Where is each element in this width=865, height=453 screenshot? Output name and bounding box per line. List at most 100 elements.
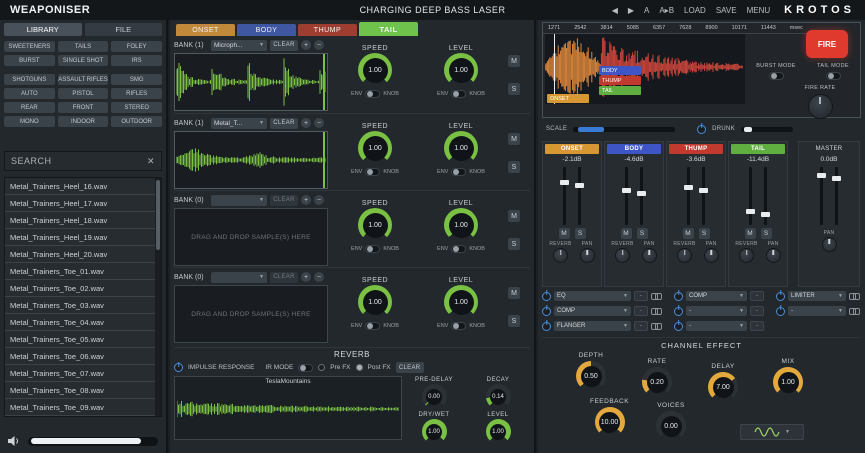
fader-thumb[interactable] — [817, 173, 826, 178]
effect-depth-knob[interactable]: 0.50 — [576, 361, 606, 391]
file-list-item[interactable]: Metal_Trainers_Toe_01.wav — [5, 263, 161, 280]
preset-next-button[interactable]: ▶ — [628, 6, 634, 15]
tail-mode-toggle[interactable] — [826, 72, 841, 80]
bank-level-env-knob-toggle[interactable] — [451, 245, 466, 253]
file-list-item[interactable]: Metal_Trainers_Toe_09.wav — [5, 399, 161, 416]
fader-thumb[interactable] — [832, 176, 841, 181]
tab-tail[interactable]: TAIL — [359, 22, 418, 36]
bank-waveform[interactable] — [174, 53, 328, 111]
ab-compare-button[interactable]: A▸B — [659, 6, 674, 15]
fx-select[interactable]: COMP▼ — [554, 306, 631, 316]
bank-remove-button[interactable]: − — [314, 118, 324, 128]
fx-power-button[interactable] — [674, 307, 683, 316]
channel-mute-button[interactable]: M — [559, 228, 570, 239]
bank-clear-button[interactable]: CLEAR — [270, 118, 298, 129]
preview-volume-slider[interactable] — [28, 437, 158, 446]
category-pistol-button[interactable]: PISTOL — [58, 88, 109, 99]
segment-badge-body[interactable]: BODY — [599, 66, 641, 75]
category-sweeteners-button[interactable]: SWEETENERS — [4, 41, 55, 52]
drunk-power-button[interactable] — [697, 125, 706, 134]
post-fx-checkbox[interactable] — [356, 364, 363, 371]
file-list-scrollbar[interactable] — [155, 178, 161, 416]
fader-thumb[interactable] — [684, 185, 693, 190]
sidebar-tab-library[interactable]: LIBRARY — [4, 23, 82, 36]
effect-voices-knob[interactable]: 0.00 — [656, 411, 686, 441]
fader-thumb[interactable] — [622, 188, 631, 193]
scale-slider[interactable] — [573, 127, 675, 132]
category-smg-button[interactable]: SMG — [111, 74, 162, 85]
bank-source-dropdown[interactable]: ▼ — [211, 195, 267, 206]
reverb-level-knob[interactable]: 1.00 — [486, 419, 511, 444]
fire-button[interactable]: FIRE — [806, 30, 848, 58]
slider-thumb[interactable] — [31, 438, 141, 444]
category-auto-button[interactable]: AUTO — [4, 88, 55, 99]
reverb-decay-knob[interactable]: 0.14 — [486, 384, 511, 409]
bank-speed-knob[interactable]: 1.00 — [358, 131, 392, 165]
bank-solo-button[interactable]: S — [508, 161, 520, 173]
category-assault-rifles-button[interactable]: ASSAULT RIFLES — [58, 74, 109, 85]
fx-amount-select[interactable]: - — [634, 291, 648, 301]
fx-power-button[interactable] — [542, 292, 551, 301]
fader-thumb[interactable] — [746, 209, 755, 214]
fader-thumb[interactable] — [575, 183, 584, 188]
menu-button[interactable]: MENU — [747, 6, 771, 15]
bank-speed-env-knob-toggle[interactable] — [365, 168, 380, 176]
fx-select[interactable]: EQ▼ — [554, 291, 631, 301]
bank-level-knob[interactable]: 1.00 — [444, 131, 478, 165]
file-list-item[interactable]: Metal_Trainers_Heel_16.wav — [5, 178, 161, 195]
category-shotguns-button[interactable]: SHOTGUNS — [4, 74, 55, 85]
channel-solo-button[interactable]: S — [699, 228, 710, 239]
bank-source-dropdown[interactable]: ▼ — [211, 272, 267, 283]
bank-remove-button[interactable]: − — [314, 40, 324, 50]
category-single-shot-button[interactable]: SINGLE SHOT — [58, 55, 109, 66]
bank-add-button[interactable]: + — [301, 195, 311, 205]
reverb-power-button[interactable] — [174, 363, 183, 372]
category-stereo-button[interactable]: STEREO — [111, 102, 162, 113]
file-list-item[interactable]: Metal_Trainers_Toe_04.wav — [5, 314, 161, 331]
bank-clear-button[interactable]: CLEAR — [270, 195, 298, 206]
bank-mute-button[interactable]: M — [508, 287, 520, 299]
link-icon[interactable] — [849, 292, 860, 300]
channel-reverb-knob[interactable] — [553, 248, 568, 263]
file-list-item[interactable]: Metal_Trainers_Toe_03.wav — [5, 297, 161, 314]
bank-level-env-knob-toggle[interactable] — [451, 168, 466, 176]
ir-mode-toggle[interactable] — [298, 364, 313, 372]
segment-badge-thump[interactable]: THUMP — [599, 76, 641, 85]
file-list-item[interactable]: Metal_Trainers_Heel_17.wav — [5, 195, 161, 212]
fx-power-button[interactable] — [776, 292, 785, 301]
fx-power-button[interactable] — [542, 307, 551, 316]
tab-thump[interactable]: THUMP — [298, 24, 357, 36]
sidebar-tab-file[interactable]: FILE — [85, 23, 163, 36]
bank-waveform[interactable]: DRAG AND DROP SAMPLE(S) HERE — [174, 208, 328, 266]
channel-solo-button[interactable]: S — [637, 228, 648, 239]
fader-thumb[interactable] — [637, 191, 646, 196]
category-front-button[interactable]: FRONT — [58, 102, 109, 113]
slider-thumb[interactable] — [578, 127, 604, 132]
category-mono-button[interactable]: MONO — [4, 116, 55, 127]
search-input[interactable]: SEARCH ✕ — [4, 151, 162, 171]
fx-select[interactable]: -▼ — [686, 321, 747, 331]
category-rifles-button[interactable]: RIFLES — [111, 88, 162, 99]
bank-speed-env-knob-toggle[interactable] — [365, 90, 380, 98]
category-irs-button[interactable]: IRS — [111, 55, 162, 66]
file-list-item[interactable]: Metal_Trainers_Toe_02.wav — [5, 280, 161, 297]
fire-rate-knob[interactable] — [808, 94, 833, 119]
channel-fader[interactable] — [749, 167, 752, 225]
channel-mute-button[interactable]: M — [621, 228, 632, 239]
channel-solo-button[interactable]: S — [761, 228, 772, 239]
bank-level-knob[interactable]: 1.00 — [444, 53, 478, 87]
fader-thumb[interactable] — [560, 180, 569, 185]
channel-pan-knob[interactable] — [822, 237, 837, 252]
bank-level-env-knob-toggle[interactable] — [451, 322, 466, 330]
channel-pan-knob[interactable] — [766, 248, 781, 263]
channel-fader[interactable] — [687, 167, 690, 225]
file-list-item[interactable]: Metal_Trainers_Heel_19.wav — [5, 229, 161, 246]
tab-onset[interactable]: ONSET — [176, 24, 235, 36]
file-list-item[interactable]: Metal_Trainers_Heel_20.wav — [5, 246, 161, 263]
channel-fader[interactable] — [563, 167, 566, 225]
bank-level-knob[interactable]: 1.00 — [444, 208, 478, 242]
link-icon[interactable] — [651, 307, 662, 315]
pre-fx-checkbox[interactable] — [318, 364, 325, 371]
bank-level-env-knob-toggle[interactable] — [451, 90, 466, 98]
category-indoor-button[interactable]: INDOOR — [58, 116, 109, 127]
